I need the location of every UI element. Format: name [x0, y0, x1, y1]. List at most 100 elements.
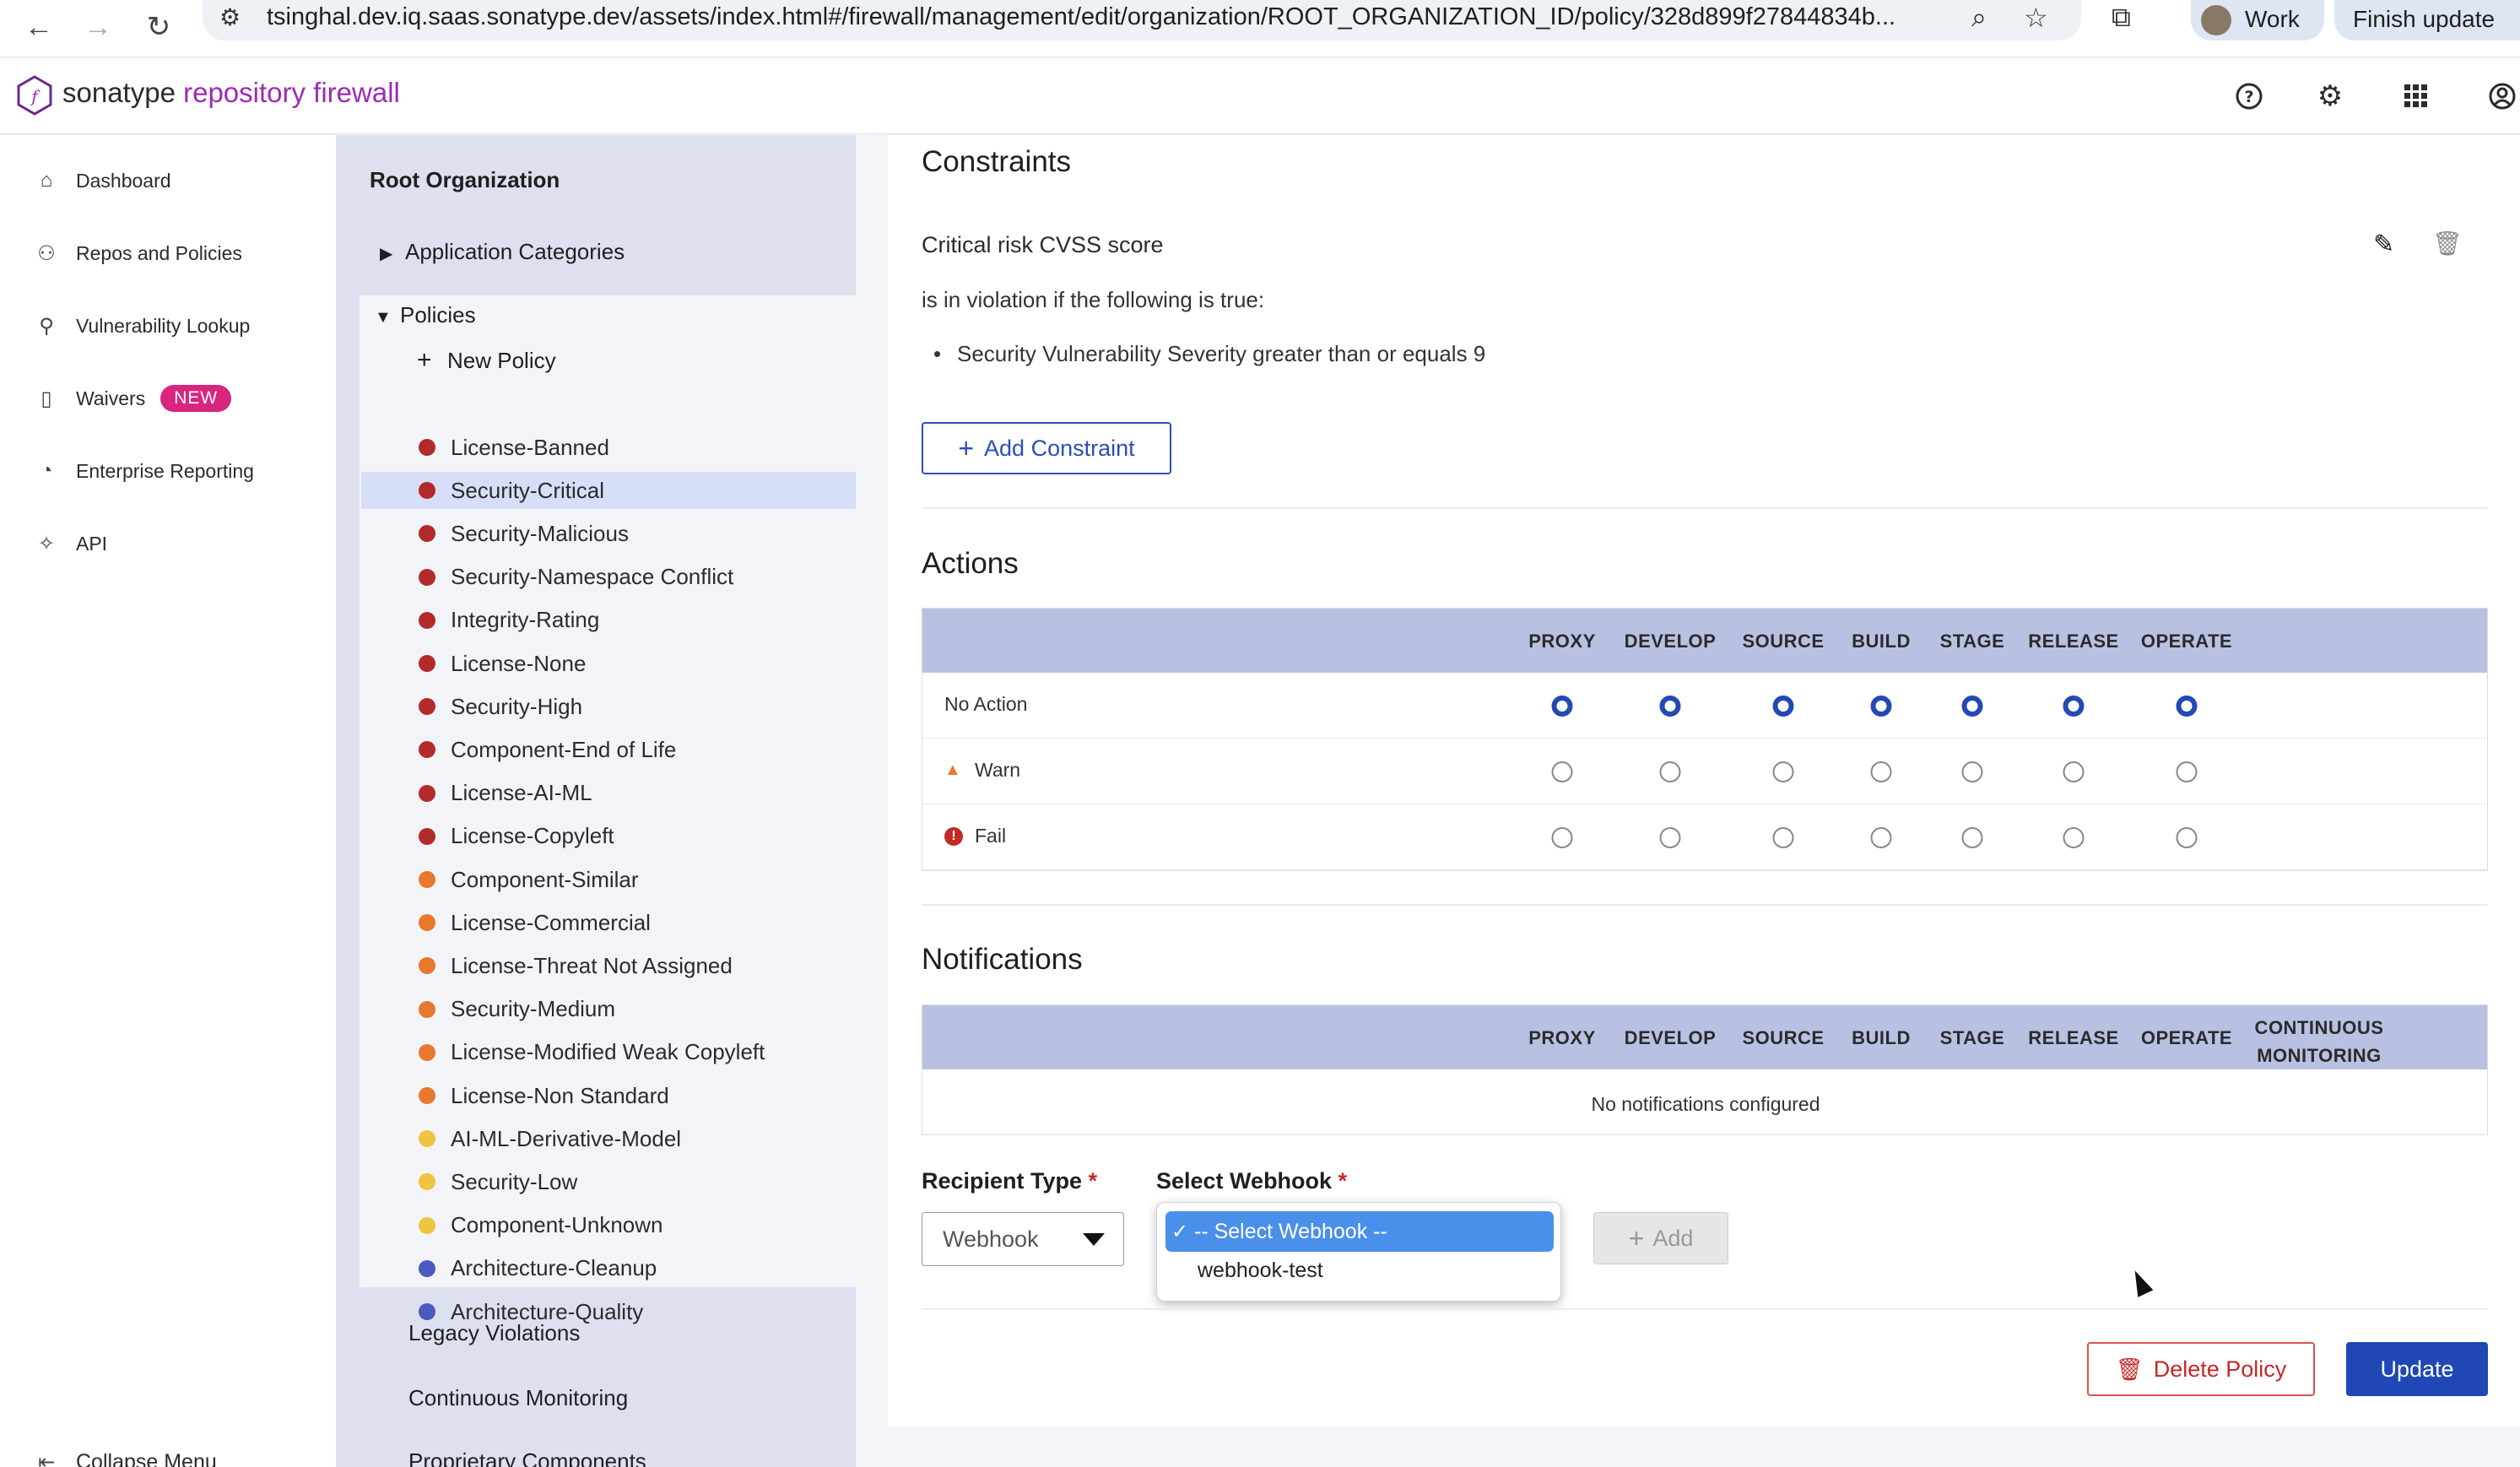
- recipient-type-select[interactable]: Webhook: [922, 1212, 1124, 1266]
- policy-item[interactable]: License-Modified Weak Copyleft: [361, 1034, 856, 1071]
- policy-item[interactable]: Security-Medium: [361, 991, 856, 1028]
- severity-dot-icon: [419, 698, 435, 716]
- tree-policies[interactable]: ▼ Policies: [375, 302, 476, 328]
- tree-proprietary-components[interactable]: Proprietary Components: [408, 1448, 646, 1467]
- action-radio[interactable]: [1772, 761, 1794, 782]
- finish-update-button[interactable]: Finish update: [2334, 0, 2520, 41]
- notifications-table: CONTINUOUS MONITORING No notifications c…: [922, 1004, 2488, 1135]
- url-text[interactable]: tsinghal.dev.iq.saas.sonatype.dev/assets…: [267, 3, 1895, 31]
- policy-item[interactable]: License-Non Standard: [361, 1077, 856, 1114]
- action-radio[interactable]: [1659, 696, 1681, 717]
- webhook-dropdown[interactable]: ✓ -- Select Webhook -- webhook-test: [1156, 1202, 1561, 1302]
- brand-name: sonatype repository firewall: [62, 77, 400, 108]
- action-radio[interactable]: [1772, 696, 1794, 717]
- col-develop: DEVELOP: [1624, 1027, 1717, 1048]
- policy-item[interactable]: Security-Critical: [361, 472, 856, 510]
- policy-item[interactable]: Component-Similar: [361, 861, 856, 898]
- tree-root-organization[interactable]: Root Organization: [370, 167, 560, 193]
- reload-icon[interactable]: ↻: [135, 3, 182, 51]
- bookmark-star-icon[interactable]: ☆: [2024, 2, 2048, 34]
- action-radio[interactable]: [1551, 827, 1573, 848]
- tree-legacy-violations[interactable]: Legacy Violations: [408, 1320, 580, 1346]
- profile-button[interactable]: Work: [2191, 0, 2324, 41]
- policy-item[interactable]: License-AI-ML: [361, 775, 856, 812]
- nav-vulnerability-lookup[interactable]: ⚲ Vulnerability Lookup: [34, 309, 250, 343]
- nav-repos-and-policies[interactable]: ⚇ Repos and Policies: [34, 236, 242, 270]
- severity-dot-icon: [419, 741, 435, 759]
- action-radio[interactable]: [2063, 761, 2085, 782]
- severity-dot-icon: [419, 439, 435, 456]
- col-operate: OPERATE: [2140, 631, 2233, 652]
- nav-api[interactable]: ✧ API: [34, 527, 107, 560]
- severity-dot-icon: [419, 655, 435, 672]
- policy-item[interactable]: License-Copyleft: [361, 818, 856, 855]
- action-radio[interactable]: [1961, 696, 1983, 717]
- webhook-option-test[interactable]: webhook-test: [1198, 1259, 1323, 1283]
- profile-label: Work: [2245, 6, 2300, 32]
- policy-item[interactable]: AI-ML-Derivative-Model: [361, 1120, 856, 1157]
- policy-item[interactable]: License-Commercial: [361, 904, 856, 941]
- action-radio[interactable]: [2176, 761, 2198, 782]
- action-radio[interactable]: [1961, 827, 1983, 848]
- nav-enterprise-reporting[interactable]: ◔ Enterprise Reporting: [34, 454, 254, 488]
- col-build: BUILD: [1852, 1027, 1911, 1048]
- policy-item[interactable]: License-Banned: [361, 429, 856, 466]
- policy-item[interactable]: Architecture-Cleanup: [361, 1250, 856, 1287]
- zoom-icon[interactable]: ⌕: [1971, 2, 1987, 34]
- nav-dashboard[interactable]: ⌂ Dashboard: [34, 164, 171, 198]
- policy-item[interactable]: Component-Unknown: [361, 1207, 856, 1244]
- policy-item[interactable]: License-None: [361, 645, 856, 682]
- policy-item[interactable]: Integrity-Rating: [361, 602, 856, 639]
- action-radio[interactable]: [1659, 761, 1681, 782]
- address-bar[interactable]: ⚙ tsinghal.dev.iq.saas.sonatype.dev/asse…: [203, 0, 2081, 41]
- site-settings-icon[interactable]: ⚙: [219, 3, 241, 31]
- policy-item[interactable]: Security-Malicious: [361, 515, 856, 552]
- forward-icon[interactable]: →: [74, 3, 122, 51]
- policy-item[interactable]: Component-End of Life: [361, 731, 856, 768]
- new-policy-button[interactable]: + New Policy: [417, 346, 556, 375]
- new-badge: NEW: [160, 385, 232, 412]
- policy-item[interactable]: Security-Namespace Conflict: [361, 559, 856, 596]
- collapse-menu-button[interactable]: ⇤ Collapse Menu: [34, 1445, 217, 1467]
- constraint-name: Critical risk CVSS score: [922, 232, 1164, 257]
- action-radio[interactable]: [2063, 696, 2085, 717]
- tree-continuous-monitoring[interactable]: Continuous Monitoring: [408, 1385, 628, 1411]
- add-notification-button[interactable]: + Add: [1593, 1212, 1728, 1264]
- delete-policy-button[interactable]: 🗑 Delete Policy: [2087, 1342, 2315, 1396]
- update-button[interactable]: Update: [2346, 1342, 2488, 1396]
- action-radio[interactable]: [2063, 827, 2085, 848]
- extensions-icon[interactable]: ⧉: [2112, 2, 2131, 34]
- error-icon: !: [944, 826, 963, 846]
- nav-waivers[interactable]: ▯ Waivers NEW: [34, 382, 232, 415]
- user-account-icon[interactable]: [2485, 78, 2520, 114]
- trash-icon[interactable]: 🗑: [2432, 230, 2463, 257]
- action-radio[interactable]: [1659, 827, 1681, 848]
- recipient-type-label: Recipient Type *: [922, 1168, 1098, 1194]
- severity-dot-icon: [419, 1043, 435, 1061]
- action-radio[interactable]: [1551, 696, 1573, 717]
- severity-dot-icon: [419, 1216, 435, 1234]
- action-radio[interactable]: [1961, 761, 1983, 782]
- action-radio[interactable]: [1772, 827, 1794, 848]
- app-grid-icon[interactable]: [2398, 78, 2434, 114]
- action-radio[interactable]: [1551, 761, 1573, 782]
- action-radio[interactable]: [2176, 696, 2198, 717]
- action-radio[interactable]: [1870, 827, 1892, 848]
- svg-text:?: ?: [2244, 88, 2253, 106]
- action-radio[interactable]: [1870, 761, 1892, 782]
- policy-item[interactable]: Security-Low: [361, 1163, 856, 1200]
- policy-item[interactable]: License-Threat Not Assigned: [361, 947, 856, 984]
- tree-application-categories[interactable]: ▶ Application Categories: [380, 239, 625, 265]
- edit-pencil-icon[interactable]: ✎: [2373, 230, 2394, 259]
- checkmark-icon: ✓: [1171, 1220, 1189, 1243]
- action-radio[interactable]: [1870, 696, 1892, 717]
- help-icon[interactable]: ?: [2231, 78, 2267, 114]
- action-radio[interactable]: [2176, 827, 2198, 848]
- add-constraint-button[interactable]: + Add Constraint: [922, 422, 1171, 474]
- policy-item[interactable]: Security-High: [361, 688, 856, 725]
- col-continuous-monitoring: CONTINUOUS MONITORING: [2254, 1017, 2384, 1066]
- webhook-option-placeholder[interactable]: ✓ -- Select Webhook --: [1165, 1211, 1554, 1252]
- col-release: RELEASE: [2028, 631, 2119, 652]
- gear-icon[interactable]: ⚙: [2312, 78, 2348, 114]
- back-icon[interactable]: ←: [15, 3, 62, 51]
